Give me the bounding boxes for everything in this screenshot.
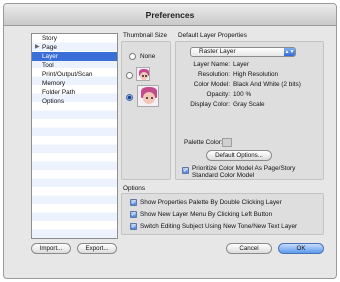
select-arrows-icon: ▲▼ [284,48,295,56]
category-sidebar[interactable]: Story ▶ Page Layer Tool Print/Output/Scan… [31,33,118,239]
layer-name-value: Layer [233,61,249,68]
sidebar-item-label: Options [42,98,65,105]
title-bar[interactable]: Preferences [4,4,336,26]
layer-properties-group: Raster Layer ▲▼ Layer Name: Layer Resolu… [175,41,324,180]
palette-color-swatch[interactable] [222,138,232,147]
disclosure-triangle-icon[interactable]: ▶ [35,43,40,52]
thumbnail-size-heading: Thumbnail Size [123,32,168,39]
sidebar-item-label: Story [42,35,57,42]
color-model-label: Color Model: [193,81,230,88]
options-heading: Options [123,185,146,192]
thumbnail-none-label: None [140,53,156,60]
display-color-value: Gray Scale [233,101,265,108]
thumbnail-large-image [137,85,159,107]
sidebar-item-folder-path[interactable]: Folder Path [32,88,117,97]
switch-editing-subject-label: Switch Editing Subject Using New Tone/Ne… [140,223,298,230]
prioritize-color-model-label-line2: Standard Color Model [192,172,255,179]
show-properties-palette-label: Show Properties Palette By Double Clicki… [140,199,282,206]
options-group: ✓ Show Properties Palette By Double Clic… [121,193,324,235]
import-button[interactable]: Import... [31,243,71,254]
sidebar-item-page[interactable]: ▶ Page [32,43,117,52]
switch-editing-subject-checkbox[interactable]: ✓ [130,223,137,230]
sidebar-item-layer[interactable]: Layer [32,52,117,61]
default-options-button[interactable]: Default Options... [206,150,272,161]
opacity-label: Opacity: [206,91,230,98]
ok-button[interactable]: OK [278,243,324,254]
sidebar-item-tool[interactable]: Tool [32,61,117,70]
layer-type-select[interactable]: Raster Layer ▲▼ [190,47,296,57]
display-color-label: Display Color: [190,101,230,108]
sidebar-item-memory[interactable]: Memory [32,79,117,88]
show-properties-palette-checkbox[interactable]: ✓ [130,199,137,206]
sidebar-item-label: Memory [42,80,66,87]
layer-type-value: Raster Layer [199,48,236,55]
sidebar-item-label: Folder Path [42,89,76,96]
sidebar-item-label: Tool [42,62,54,69]
preferences-window: Preferences Story ▶ Page Layer Tool Print… [3,3,337,279]
thumbnail-small-image [136,67,150,81]
show-new-layer-menu-checkbox[interactable]: ✓ [130,211,137,218]
sidebar-item-story[interactable]: Story [32,34,117,43]
export-button[interactable]: Export... [77,243,117,254]
thumbnail-small-radio[interactable] [126,72,133,79]
sidebar-item-label: Page [42,44,57,51]
resolution-label: Resolution: [198,71,230,78]
cancel-button[interactable]: Cancel [226,243,272,254]
thumbnail-none-radio[interactable] [129,53,136,60]
sidebar-item-print-output-scan[interactable]: Print/Output/Scan [32,70,117,79]
palette-color-label: Palette Color: [184,139,223,146]
window-title: Preferences [145,10,195,20]
sidebar-item-label: Layer [42,53,58,60]
sidebar-item-options[interactable]: Options [32,97,117,106]
thumbnail-size-group: None [121,41,171,180]
thumbnail-large-radio[interactable] [126,94,133,101]
prioritize-color-model-checkbox[interactable]: ✓ [182,167,189,174]
layer-properties-heading: Default Layer Properties [178,32,247,39]
show-new-layer-menu-label: Show New Layer Menu By Clicking Left But… [140,211,273,218]
layer-name-label: Layer Name: [193,61,230,68]
prioritize-color-model-label-line1: Prioritize Color Model As Page/Story [192,165,296,172]
color-model-value: Black And White (2 bits) [233,81,301,88]
sidebar-item-label: Print/Output/Scan [42,71,93,78]
opacity-value: 100 % [233,91,252,98]
resolution-value: High Resolution [233,71,279,78]
